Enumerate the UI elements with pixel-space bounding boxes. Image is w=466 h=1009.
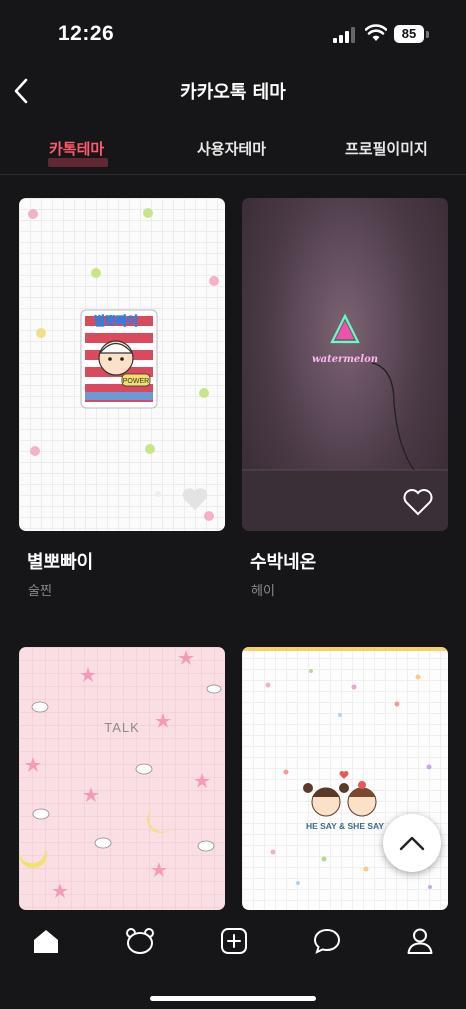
add-square-icon[interactable] [219, 926, 249, 956]
neon-floor [242, 470, 448, 531]
couple-illustration [303, 771, 377, 817]
scalloped-edge [242, 647, 448, 651]
rabbit-pattern [31, 684, 222, 852]
snack-title-label: 별뽀빠이 [94, 313, 138, 328]
header: 카카오톡 테마 [0, 70, 466, 115]
active-tab-highlight [48, 158, 108, 167]
theme-card-moon-rabbit[interactable]: TALK [19, 647, 225, 910]
wifi-icon [365, 24, 387, 41]
snack-bag-illustration: POWER 별뽀빠이 [80, 309, 158, 409]
he-say-she-say-text: HE SAY & SHE SAY [306, 821, 384, 831]
battery-indicator: 85 [394, 25, 424, 43]
chat-bubble-icon[interactable] [312, 926, 342, 956]
moon-pattern [19, 651, 225, 894]
chevron-up-icon [399, 836, 425, 851]
heart-icon[interactable] [182, 488, 208, 510]
snack-sub-label: POWER [123, 378, 149, 385]
theme-name: 수박네온 [250, 552, 317, 573]
tab-divider [0, 174, 466, 175]
cellular-signal-icon [333, 27, 355, 43]
theme-card-watermelon-neon[interactable]: watermelon [242, 198, 448, 531]
theme-name: 별뽀빠이 [27, 552, 94, 573]
tab-profile-image[interactable]: 프로필이미지 [345, 138, 428, 159]
theme-preview-moon-rabbit: TALK [19, 650, 225, 898]
home-indicator [150, 996, 316, 1001]
bear-face-icon[interactable] [125, 926, 155, 956]
tab-user-theme[interactable]: 사용자테마 [197, 138, 266, 159]
theme-author: 술찐 [28, 584, 52, 599]
bottom-navigation [0, 910, 466, 1009]
star-pattern [25, 650, 210, 898]
battery-level: 85 [401, 26, 417, 41]
theme-preview-popeye: POWER 별뽀빠이 [28, 208, 219, 521]
person-icon[interactable] [405, 926, 435, 956]
watermelon-neon-icon [330, 313, 360, 344]
status-bar: 12:26 85 [0, 0, 466, 70]
scroll-to-top-button[interactable] [383, 814, 441, 872]
theme-author: 헤이 [251, 584, 275, 599]
page-title: 카카오톡 테마 [180, 82, 286, 103]
status-time: 12:26 [58, 22, 115, 45]
battery-tip [426, 31, 429, 38]
talk-text: TALK [104, 720, 140, 735]
home-icon[interactable] [31, 926, 61, 956]
neon-text: watermelon [312, 354, 378, 365]
neon-cable [371, 362, 415, 471]
theme-preview-watermelon-neon: watermelon [242, 313, 448, 531]
tab-kakao-theme[interactable]: 카톡테마 [49, 138, 104, 159]
tab-bar: 카톡테마 사용자테마 프로필이미지 [0, 130, 466, 170]
theme-card-popeye[interactable]: POWER 별뽀빠이 [19, 198, 225, 531]
